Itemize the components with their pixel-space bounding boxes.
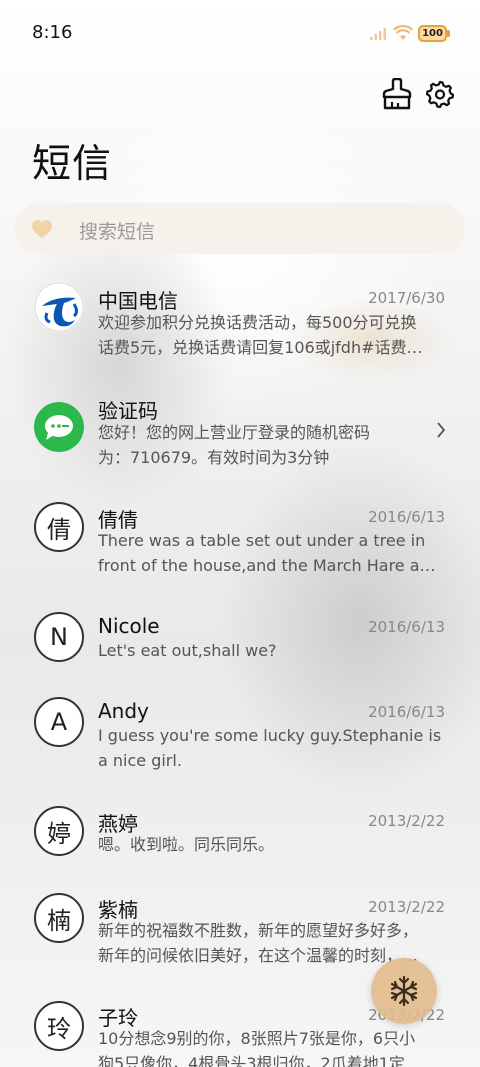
- signal-icon: [370, 28, 386, 40]
- message-date: 2016/6/13: [368, 703, 445, 721]
- status-time: 8:16: [32, 22, 73, 43]
- snippet-line: 欢迎参加积分兑换话费活动，每500分可兑换: [98, 313, 417, 332]
- snippet-line: front of the house,and the March Hare an…: [98, 556, 445, 575]
- avatar: [34, 402, 84, 452]
- avatar: 楠: [34, 893, 84, 943]
- list-item[interactable]: A Andy 2016/6/13 I guess you're some luc…: [0, 688, 480, 798]
- search-heart-icon: [32, 220, 52, 238]
- contact-name: Nicole: [98, 614, 160, 638]
- message-date: 2013/2/22: [368, 898, 445, 916]
- snippet-line: 新年的祝福数不胜数，新年的愿望好多好多，: [98, 921, 419, 940]
- message-snippet: There was a table set out under a tree i…: [98, 528, 445, 578]
- contact-name: Andy: [98, 699, 149, 723]
- list-item[interactable]: 倩 倩倩 2016/6/13 There was a table set out…: [0, 490, 480, 600]
- message-snippet: 10分想念9别的你，8张照片7张是你，6只小 狗5只像你，4根骨头3根归你，2爪…: [98, 1026, 445, 1067]
- list-item[interactable]: 验证码 您好！您的网上营业厅登录的随机密码 为：710679。有效时间为3分钟: [0, 380, 480, 490]
- status-bar: 8:16 100: [0, 0, 480, 66]
- message-snippet: 您好！您的网上营业厅登录的随机密码 为：710679。有效时间为3分钟: [98, 420, 445, 470]
- battery-icon: 100: [418, 25, 450, 42]
- message-snippet: I guess you're some lucky guy.Stephanie …: [98, 723, 445, 773]
- avatar: 倩: [34, 502, 84, 552]
- message-date: 2016/6/13: [368, 508, 445, 526]
- list-item[interactable]: 中国电信 2017/6/30 欢迎参加积分兑换话费活动，每500分可兑换 话费5…: [0, 270, 480, 380]
- telecom-logo-icon: [34, 282, 84, 332]
- snowflake-icon: [390, 975, 418, 1007]
- new-message-button[interactable]: [371, 958, 437, 1024]
- snippet-line: 嗯。收到啦。同乐同乐。: [98, 835, 275, 854]
- gear-icon[interactable]: [426, 80, 454, 108]
- message-date: 2016/6/13: [368, 618, 445, 636]
- chevron-right-icon[interactable]: [436, 422, 446, 438]
- avatar: 玲: [34, 1001, 84, 1051]
- avatar: N: [34, 612, 84, 662]
- snippet-line: I guess you're some lucky guy.Stephanie …: [98, 726, 442, 745]
- list-item[interactable]: 婷 燕婷 2013/2/22 嗯。收到啦。同乐同乐。: [0, 798, 480, 886]
- snippet-line: There was a table set out under a tree i…: [98, 531, 426, 550]
- search-placeholder: 搜索短信: [79, 221, 156, 243]
- snippet-line: 狗5只像你，4根骨头3根归你，2爪着地1定: [98, 1054, 405, 1067]
- snippet-line: Let's eat out,shall we?: [98, 641, 277, 660]
- message-snippet: Let's eat out,shall we?: [98, 638, 445, 663]
- snippet-line: 您好！您的网上营业厅登录的随机密码: [98, 423, 371, 442]
- snippet-line: a nice girl.: [98, 751, 182, 770]
- wifi-icon: [393, 25, 413, 40]
- messages-screen: 8:16 100 短信 搜索短信 中国电信 2017/6/30 欢迎参加积分兑换…: [0, 0, 480, 1067]
- avatar: A: [34, 697, 84, 747]
- avatar: [34, 282, 84, 332]
- snippet-line: 话费5元，兑换话费请回复106或jfdh#话费…: [98, 338, 423, 357]
- message-app-icon: [34, 402, 84, 452]
- message-date: 2017/6/30: [368, 289, 445, 307]
- message-snippet: 欢迎参加积分兑换话费活动，每500分可兑换 话费5元，兑换话费请回复106或jf…: [98, 310, 445, 360]
- snippet-line: 10分想念9别的你，8张照片7张是你，6只小: [98, 1029, 416, 1048]
- message-date: 2013/2/22: [368, 812, 445, 830]
- search-bar[interactable]: 搜索短信: [15, 203, 465, 254]
- message-snippet: 嗯。收到啦。同乐同乐。: [98, 832, 445, 857]
- snippet-line: 为：710679。有效时间为3分钟: [98, 448, 330, 467]
- clean-brush-icon[interactable]: [382, 78, 412, 110]
- page-title: 短信: [32, 142, 113, 187]
- battery-level: 100: [418, 25, 447, 42]
- list-item[interactable]: N Nicole 2016/6/13 Let's eat out,shall w…: [0, 600, 480, 688]
- avatar: 婷: [34, 806, 84, 856]
